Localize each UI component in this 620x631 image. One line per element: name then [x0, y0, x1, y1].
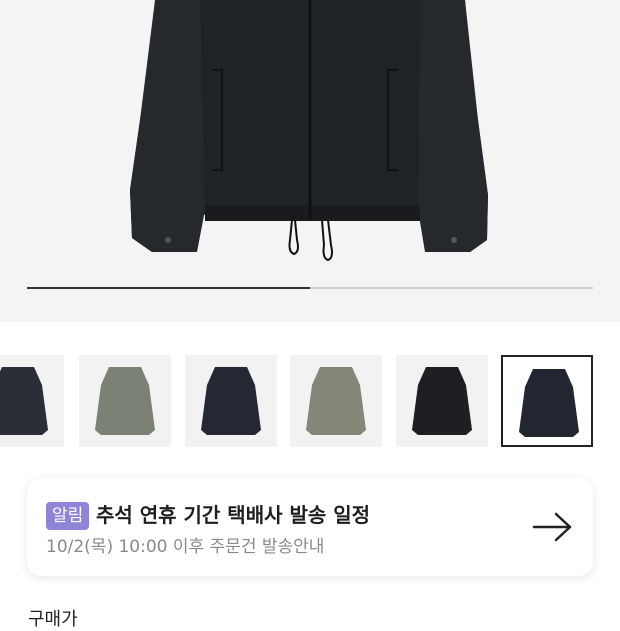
thumbnail-3[interactable] [185, 355, 277, 447]
thumbnail-5-image [412, 367, 472, 435]
notice-title: 추석 연휴 기간 택배사 발송 일정 [96, 503, 371, 527]
product-image-hero[interactable] [0, 0, 620, 322]
thumbnail-3-image [201, 367, 261, 435]
thumbnail-1-image [0, 367, 48, 435]
notice-badge: 알림 [46, 502, 90, 530]
thumbnail-5[interactable] [396, 355, 488, 447]
thumbnail-4[interactable] [290, 355, 382, 447]
arrow-right-icon[interactable] [532, 511, 574, 543]
notice-subtitle: 10/2(목) 10:00 이후 주문건 발송안내 [46, 537, 325, 557]
gallery-progress-fill [27, 287, 310, 289]
section-label-price: 구매가 [28, 609, 78, 630]
jacket-photo [130, 0, 488, 262]
thumbnail-6[interactable] [501, 355, 593, 447]
thumbnail-2[interactable] [79, 355, 171, 447]
gallery-progress-track [27, 287, 593, 289]
thumbnail-4-image [306, 367, 366, 435]
thumbnail-strip [0, 355, 620, 447]
thumbnail-6-image [519, 369, 579, 437]
notice-card[interactable]: 알림 추석 연휴 기간 택배사 발송 일정 10/2(목) 10:00 이후 주… [27, 478, 593, 576]
thumbnail-1[interactable] [0, 355, 64, 447]
thumbnail-2-image [95, 367, 155, 435]
